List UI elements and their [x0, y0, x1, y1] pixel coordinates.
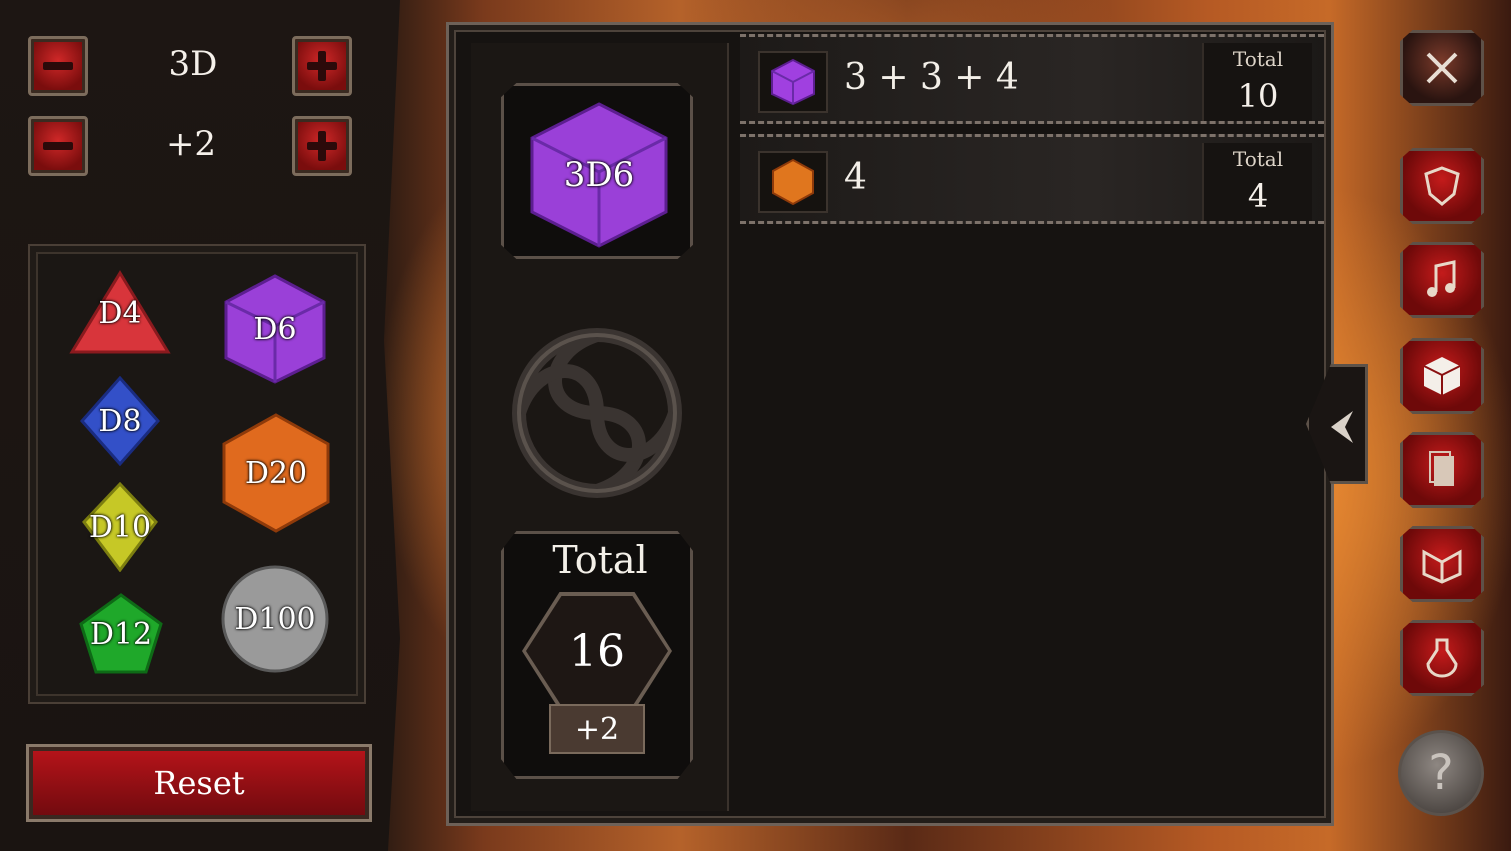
total-tile: Total 16 +2	[501, 531, 693, 779]
modifier-value: +2	[165, 124, 217, 164]
result-expression: 4	[844, 157, 867, 198]
d12-die-button[interactable]: D12	[78, 592, 164, 676]
result-row: 4 Total 4	[740, 134, 1324, 224]
roller-column: 3D6 Total 16 +2	[471, 43, 729, 811]
crossed-swords-icon	[1426, 52, 1458, 84]
d20-die-button[interactable]: D20	[220, 412, 332, 534]
celtic-knot-roll-button[interactable]	[501, 313, 693, 513]
total-modifier: +2	[549, 704, 645, 754]
sidebar-item-combat[interactable]	[1400, 30, 1484, 106]
plus-icon	[307, 51, 337, 81]
sidebar-item-dice[interactable]	[1400, 338, 1484, 414]
result-die-icon-box	[758, 151, 828, 213]
plus-icon	[307, 131, 337, 161]
sidebar-item-music[interactable]	[1400, 242, 1484, 318]
dice-palette: D4 D6 D8 D20 D10 D12 D100	[28, 244, 366, 704]
result-total: Total 10	[1202, 43, 1312, 121]
result-total: Total 4	[1202, 143, 1312, 221]
total-label: Total	[552, 538, 648, 582]
selected-die-tile[interactable]: 3D6	[501, 83, 693, 259]
sidebar-item-inventory[interactable]	[1400, 620, 1484, 696]
decrease-dice-count-button[interactable]	[28, 36, 88, 96]
help-button[interactable]: ?	[1398, 730, 1484, 816]
d6-cube-icon	[771, 58, 815, 106]
reset-button[interactable]: Reset	[26, 744, 372, 822]
increase-dice-count-button[interactable]	[292, 36, 352, 96]
minus-icon	[43, 142, 73, 150]
sidebar-item-cards[interactable]	[1400, 432, 1484, 508]
d20-hex-icon	[772, 158, 814, 206]
open-book-icon	[1422, 549, 1462, 584]
d100-die-button[interactable]: D100	[220, 564, 330, 674]
result-expression: 3 + 3 + 4	[844, 57, 1019, 98]
result-row: 3 + 3 + 4 Total 10	[740, 34, 1324, 124]
d4-die-button[interactable]: D4	[68, 268, 172, 358]
selected-die: 3D6	[526, 100, 672, 250]
potion-icon	[1426, 638, 1458, 678]
result-die-icon-box	[758, 51, 828, 113]
decrease-modifier-button[interactable]	[28, 116, 88, 176]
increase-modifier-button[interactable]	[292, 116, 352, 176]
d8-die-button[interactable]: D8	[80, 376, 160, 466]
dice-count-value: 3D	[168, 44, 218, 84]
cards-icon	[1429, 451, 1454, 486]
d6-die-button[interactable]: D6	[220, 272, 330, 386]
minus-icon	[43, 62, 73, 70]
d10-die-button[interactable]: D10	[80, 482, 160, 572]
sidebar-item-defense[interactable]	[1400, 148, 1484, 224]
sidebar-item-book[interactable]	[1400, 526, 1484, 602]
shield-icon	[1424, 166, 1460, 206]
dice-cube-icon	[1423, 357, 1461, 395]
music-note-icon	[1427, 260, 1456, 297]
